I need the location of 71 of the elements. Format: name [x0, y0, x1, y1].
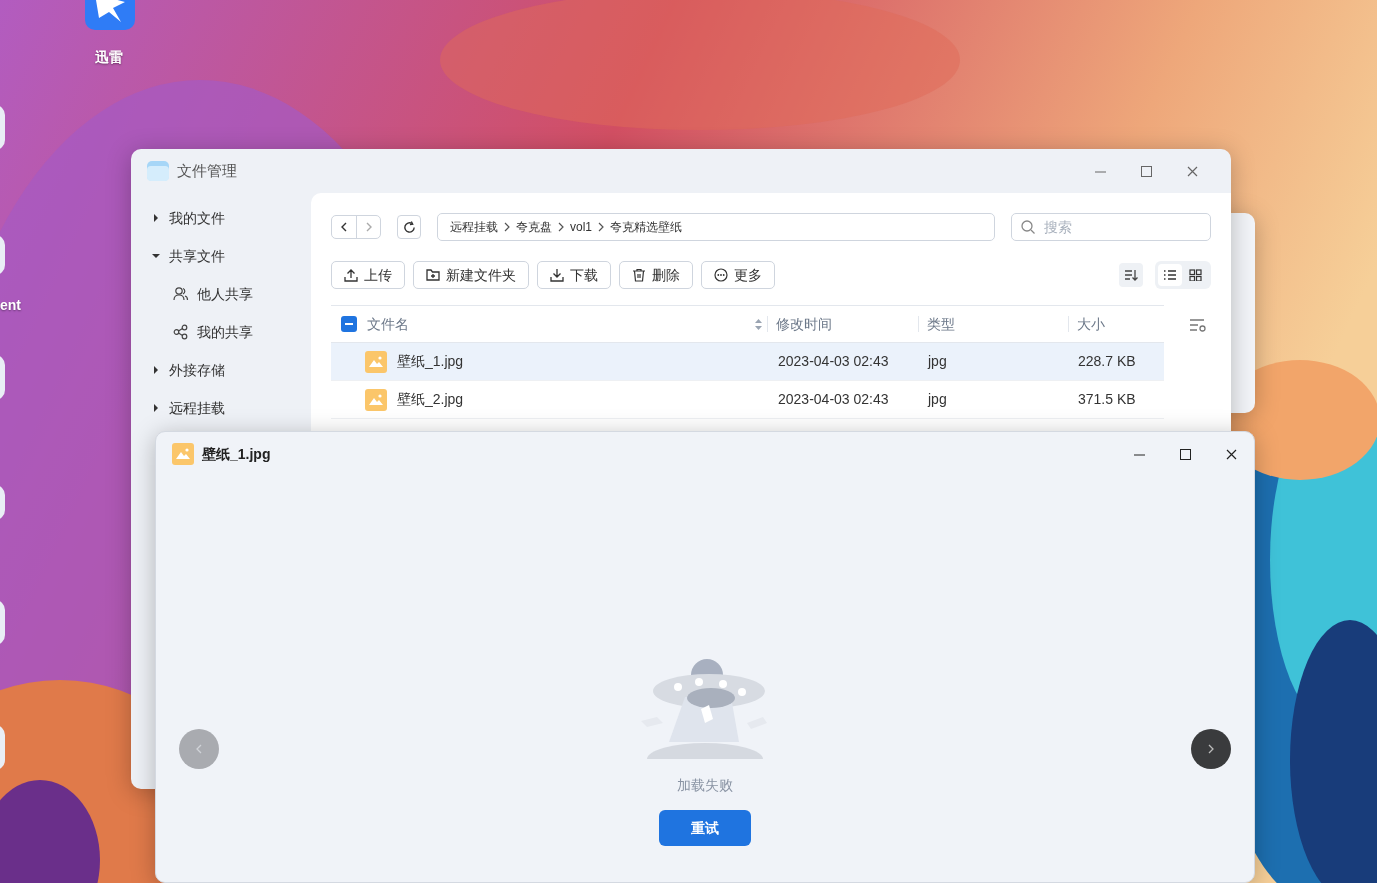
- toolbar-button[interactable]: 删除: [619, 261, 693, 289]
- add-folder-icon: [426, 268, 440, 282]
- sort-icon[interactable]: [754, 317, 764, 331]
- grid-icon: [1189, 269, 1203, 281]
- maximize-icon: [1140, 165, 1152, 177]
- expand-arrow-icon[interactable]: [151, 403, 161, 413]
- table-cell-text: 371.5 KB: [1077, 390, 1137, 409]
- forward-icon: [364, 222, 373, 232]
- icon-label: ent: [0, 296, 21, 315]
- chevron-right-icon: [1207, 743, 1215, 755]
- column-settings-icon[interactable]: [1189, 317, 1207, 333]
- window-title: 文件管理: [177, 160, 237, 181]
- sidebar-item[interactable]: 我的共享: [131, 313, 311, 351]
- column-header[interactable]: 修改时间: [768, 313, 918, 335]
- table-cell-text: 2023-04-03 02:43: [777, 390, 890, 409]
- back-icon: [340, 222, 348, 232]
- close-icon: [1225, 448, 1237, 460]
- chevron-icon: [503, 222, 511, 232]
- collapse-arrow-icon[interactable]: [151, 251, 161, 261]
- search-field[interactable]: 搜索: [1011, 213, 1211, 241]
- trash-icon: [632, 268, 646, 282]
- list-view-button[interactable]: [1158, 264, 1182, 286]
- toolbar-button[interactable]: 下载: [537, 261, 611, 289]
- refresh-icon: [402, 220, 416, 234]
- sidebar-item[interactable]: 外接存储: [131, 351, 311, 389]
- sidebar-item[interactable]: 他人共享: [131, 275, 311, 313]
- error-message: 加载失败: [677, 776, 733, 795]
- chevron-icon: [557, 222, 565, 232]
- file-row[interactable]: 壁纸_2.jpg 2023-04-03 02:43 jpg 371.5 KB: [331, 381, 1164, 419]
- icon-label: 迅雷: [95, 48, 123, 67]
- select-all-checkbox[interactable]: [341, 316, 357, 332]
- toolbar-button[interactable]: 新建文件夹: [413, 261, 529, 289]
- table-cell-text: 228.7 KB: [1077, 352, 1137, 371]
- upload-icon: [344, 268, 358, 282]
- chevron-icon: [597, 222, 605, 232]
- people-icon: [173, 286, 189, 302]
- maximize-icon: [1179, 448, 1191, 460]
- download-icon: [550, 268, 564, 282]
- image-file-icon: [172, 443, 194, 465]
- image-file-icon: [365, 388, 387, 411]
- toolbar-button[interactable]: 更多: [701, 261, 775, 289]
- retry-button[interactable]: 重试: [659, 810, 751, 846]
- sidebar-item[interactable]: 远程挂载: [131, 389, 311, 427]
- share-icon: [173, 324, 189, 340]
- window-title: 壁纸_1.jpg: [202, 444, 271, 464]
- column-header[interactable]: 大小: [1069, 313, 1164, 335]
- list-icon: [1163, 269, 1177, 281]
- refresh-button[interactable]: [397, 215, 421, 239]
- table-cell-text: jpg: [926, 352, 948, 371]
- column-header[interactable]: 类型: [918, 313, 1069, 335]
- file-name: 壁纸_2.jpg: [397, 390, 464, 409]
- toolbar-button[interactable]: 上传: [331, 261, 405, 289]
- sort-button[interactable]: [1119, 263, 1143, 287]
- chevron-left-icon: [195, 743, 203, 755]
- column-header[interactable]: 文件名: [367, 313, 745, 335]
- folder-icon: [147, 160, 169, 182]
- path-bar[interactable]: 远程挂载 夸克盘 vol1 夸克精选壁纸: [437, 213, 995, 241]
- more-icon: [714, 268, 728, 282]
- table-cell-text: 2023-04-03 02:43: [777, 352, 890, 371]
- expand-arrow-icon[interactable]: [151, 365, 161, 375]
- file-row[interactable]: 壁纸_1.jpg 2023-04-03 02:43 jpg 228.7 KB: [331, 343, 1164, 381]
- sidebar-item[interactable]: 共享文件: [131, 237, 311, 275]
- next-button[interactable]: [1191, 729, 1231, 769]
- close-icon: [1186, 165, 1198, 177]
- image-file-icon: [365, 350, 387, 373]
- expand-arrow-icon[interactable]: [151, 213, 161, 223]
- file-name: 壁纸_1.jpg: [397, 352, 464, 371]
- sort-icon: [1124, 269, 1138, 281]
- sidebar-item[interactable]: 我的文件: [131, 199, 311, 237]
- search-icon: [1021, 220, 1035, 234]
- table-cell-text: jpg: [926, 390, 948, 409]
